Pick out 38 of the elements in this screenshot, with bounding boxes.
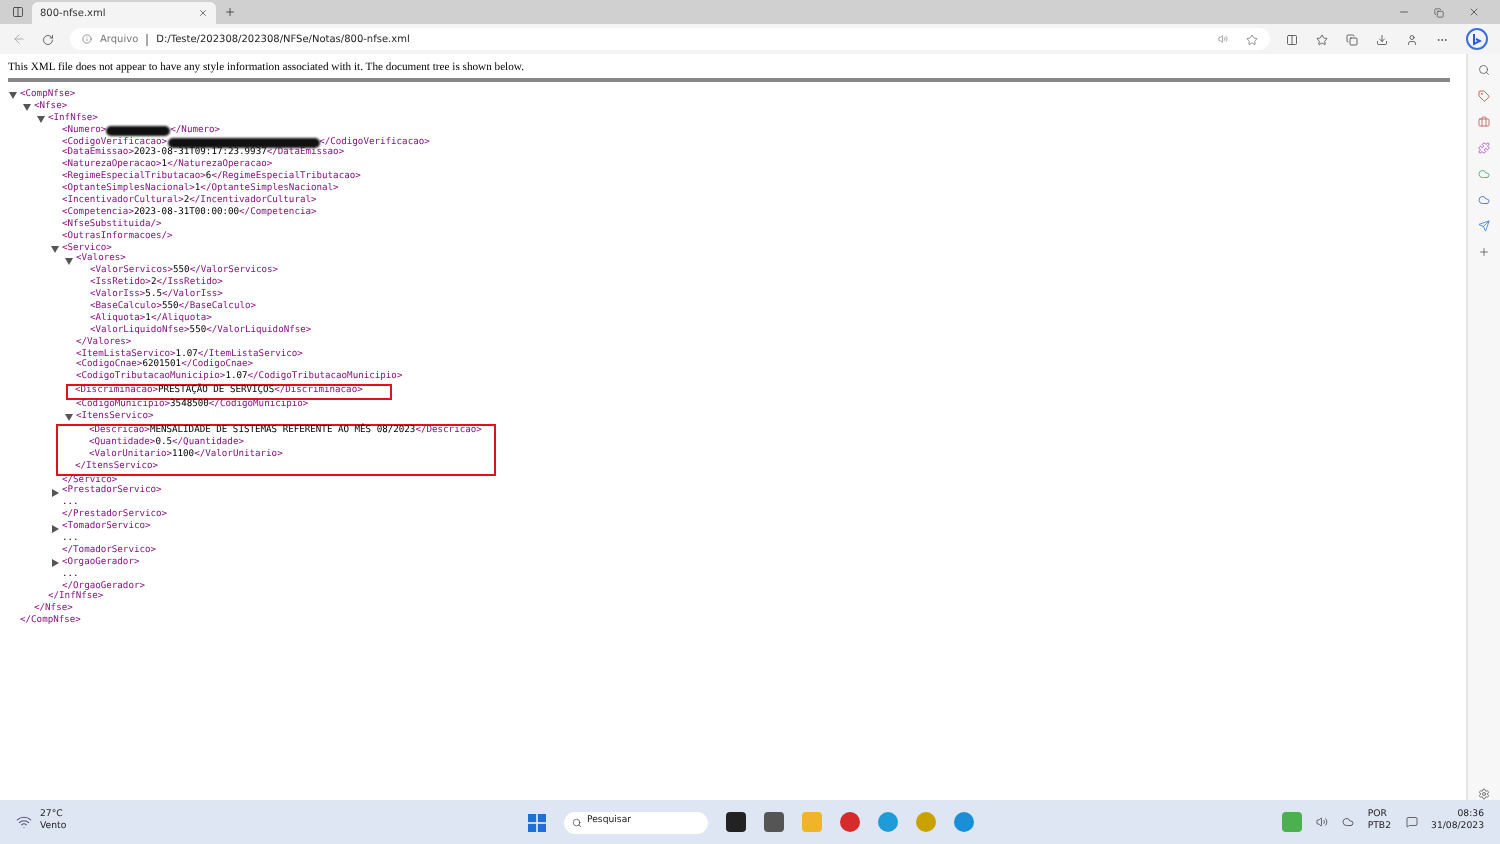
refresh-icon[interactable] xyxy=(42,33,54,45)
cloud-icon[interactable] xyxy=(1341,816,1354,828)
copilot-icon[interactable] xyxy=(1466,28,1488,50)
profile-icon[interactable] xyxy=(1406,33,1418,45)
notification-icon[interactable] xyxy=(1405,816,1418,828)
expand-toggle-icon[interactable] xyxy=(50,558,60,569)
new-tab-icon[interactable] xyxy=(224,6,236,18)
settings-icon[interactable] xyxy=(1478,788,1490,800)
read-aloud-icon[interactable] xyxy=(1218,34,1228,44)
expand-toggle-icon[interactable] xyxy=(50,244,60,255)
tag-icon[interactable] xyxy=(1478,90,1490,102)
add-icon[interactable] xyxy=(1478,246,1490,258)
favorites-icon[interactable] xyxy=(1316,33,1328,45)
cloud-icon[interactable] xyxy=(1478,194,1490,206)
app-icon[interactable] xyxy=(725,812,745,832)
restore-icon[interactable] xyxy=(1434,7,1444,17)
info-icon xyxy=(82,34,92,44)
search-icon[interactable] xyxy=(1478,64,1490,76)
expand-toggle-icon[interactable] xyxy=(64,412,74,423)
expand-toggle-icon[interactable] xyxy=(36,114,46,125)
close-icon[interactable] xyxy=(1468,6,1480,18)
expand-toggle-icon[interactable] xyxy=(8,90,18,101)
search-icon xyxy=(571,817,581,827)
windows-logo-icon[interactable] xyxy=(527,813,545,831)
expand-toggle-icon[interactable] xyxy=(50,523,60,533)
send-icon[interactable] xyxy=(1478,220,1490,232)
split-screen-icon[interactable] xyxy=(1286,33,1298,45)
expand-toggle-icon[interactable] xyxy=(22,102,32,113)
downloads-icon[interactable] xyxy=(1376,33,1388,45)
expand-toggle-icon[interactable] xyxy=(64,255,74,266)
puzzle-icon[interactable] xyxy=(1478,142,1490,154)
briefcase-icon[interactable] xyxy=(1478,116,1490,128)
favorite-icon[interactable] xyxy=(1246,33,1258,45)
tab-actions-icon[interactable] xyxy=(12,6,24,18)
expand-toggle-icon[interactable] xyxy=(50,487,60,498)
cloud-icon[interactable] xyxy=(1478,168,1490,180)
speaker-icon[interactable] xyxy=(1315,816,1328,828)
collections-icon[interactable] xyxy=(1346,33,1358,45)
